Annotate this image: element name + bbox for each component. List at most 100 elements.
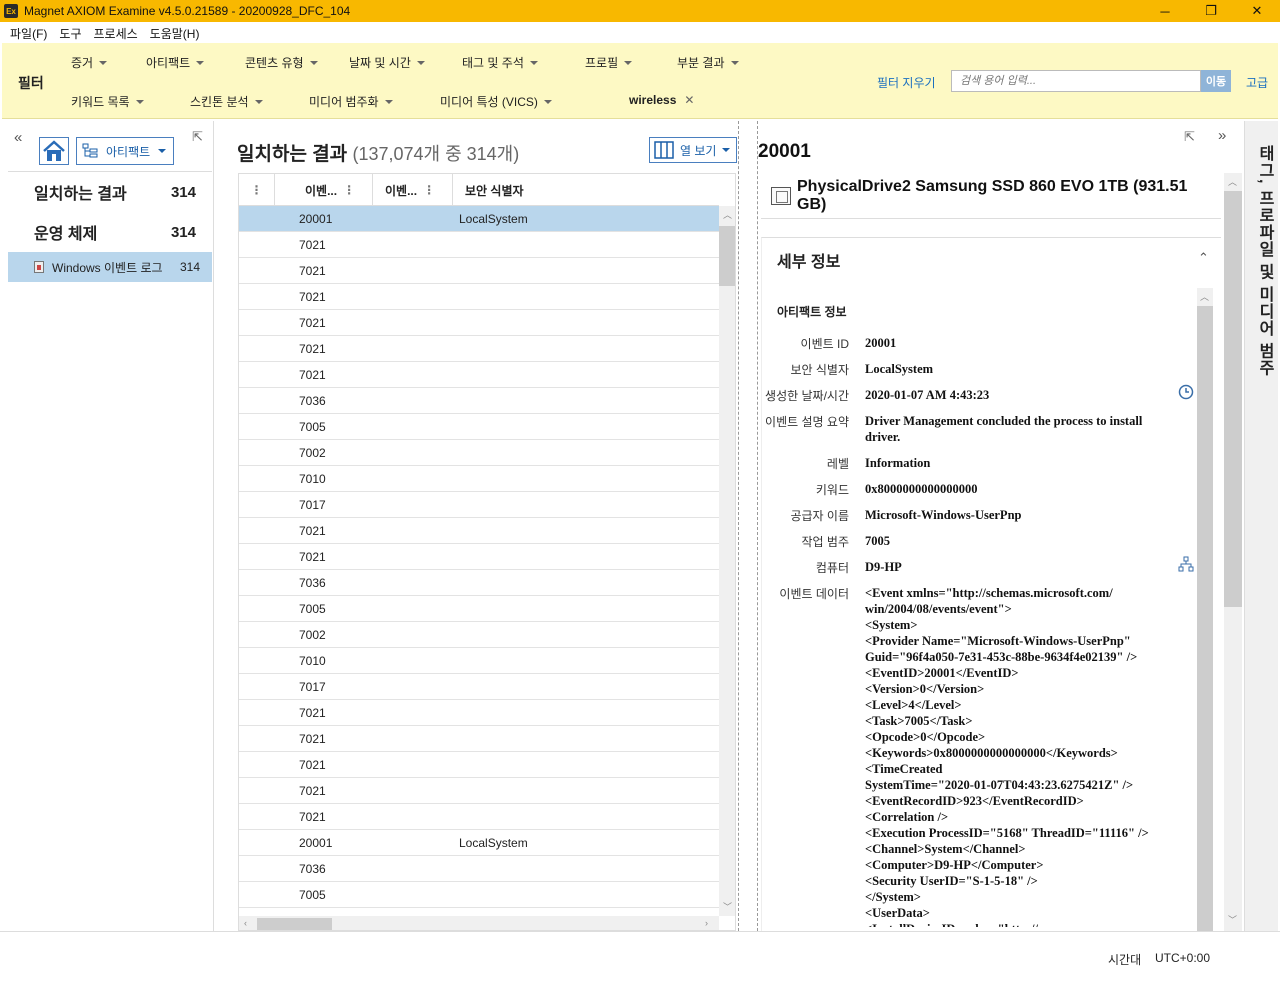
prop-value: Microsoft-Windows-UserPnp <box>865 508 1022 522</box>
table-row[interactable]: 7021 <box>239 232 719 258</box>
row-options-handle[interactable]: ⋮ <box>239 174 275 206</box>
minimize-button[interactable]: ─ <box>1142 0 1188 22</box>
table-row[interactable]: 7017 <box>239 492 719 518</box>
scroll-down-icon[interactable]: ﹀ <box>723 900 732 913</box>
table-row[interactable]: 7010 <box>239 466 719 492</box>
table-row[interactable]: 7002 <box>239 440 719 466</box>
filter-content-type[interactable]: 콘텐츠 유형 <box>245 54 318 71</box>
pin-icon[interactable]: ⇱ <box>1184 129 1195 145</box>
results-horizontal-scrollbar[interactable]: ‹ › <box>239 916 719 930</box>
table-row[interactable]: 7021 <box>239 284 719 310</box>
table-row[interactable]: 7036 <box>239 570 719 596</box>
table-row[interactable]: 7005 <box>239 882 719 908</box>
table-row[interactable]: 7021 <box>239 804 719 830</box>
clock-icon[interactable] <box>1178 384 1194 403</box>
column-menu-icon[interactable]: ⋮ <box>337 183 361 197</box>
expand-right-icon[interactable]: » <box>1218 127 1226 144</box>
clear-filters-link[interactable]: 필터 지우기 <box>877 74 936 91</box>
prop-key: 키워드 <box>815 483 849 497</box>
artifact-view-dropdown[interactable]: 아티팩트 <box>76 137 174 165</box>
advanced-search-link[interactable]: 고급 <box>1246 74 1268 91</box>
search-input[interactable] <box>951 70 1201 92</box>
search-go-button[interactable]: 이동 <box>1201 70 1231 92</box>
home-icon <box>43 140 65 161</box>
tags-profiles-media-tab[interactable]: 태그, 프로파일 및 미디어 범주 <box>1244 121 1278 931</box>
menu-process[interactable]: 프로세스 <box>88 25 144 42</box>
results-count: (137,074개 중 314개) <box>352 144 520 164</box>
menu-help[interactable]: 도움말(H) <box>144 25 206 42</box>
table-row[interactable]: 7021 <box>239 752 719 778</box>
scroll-up-icon[interactable]: ︿ <box>723 208 732 221</box>
column-header-security-id[interactable]: 보안 식별자 <box>453 174 719 206</box>
filter-date-time[interactable]: 날짜 및 시간 <box>349 54 425 71</box>
details-scrollbar[interactable]: ︿ ﹀ <box>1224 173 1242 931</box>
filter-media-attributes[interactable]: 미디어 특성 (VICS) <box>440 93 552 110</box>
table-row[interactable]: 20001 LocalSystem <box>239 206 719 232</box>
table-row[interactable]: 7002 <box>239 622 719 648</box>
table-row[interactable]: 7021 <box>239 258 719 284</box>
table-row[interactable]: 7021 <box>239 310 719 336</box>
table-row[interactable]: 7021 <box>239 362 719 388</box>
filter-keyword-lists[interactable]: 키워드 목록 <box>71 93 144 110</box>
prop-provider: 공급자 이름 Microsoft-Windows-UserPnp <box>762 507 1194 524</box>
table-row[interactable]: 7021 <box>239 700 719 726</box>
active-keyword-filter[interactable]: wireless ✕ <box>629 93 694 107</box>
scroll-up-icon[interactable]: ︿ <box>1200 290 1209 303</box>
column-view-button[interactable]: 열 보기 <box>649 137 737 163</box>
scroll-right-icon[interactable]: › <box>705 918 708 928</box>
pin-icon[interactable]: ⇱ <box>192 129 203 145</box>
remove-filter-icon[interactable]: ✕ <box>684 93 694 107</box>
filter-evidence[interactable]: 증거 <box>71 54 108 71</box>
cell-event-id: 7005 <box>299 887 326 902</box>
scroll-thumb[interactable] <box>1197 306 1213 932</box>
collapse-section-icon[interactable]: ⌃ <box>1198 250 1209 266</box>
scroll-thumb[interactable] <box>257 918 332 930</box>
table-row[interactable]: 7005 <box>239 596 719 622</box>
maximize-button[interactable]: ❐ <box>1188 0 1234 22</box>
details-inner-scrollbar[interactable]: ︿ <box>1197 288 1213 932</box>
timezone-value[interactable]: UTC+0:00 <box>1155 951 1210 965</box>
results-vertical-scrollbar[interactable]: ︿ ﹀ <box>719 206 735 916</box>
category-operating-system[interactable]: 운영 체제 314 <box>8 212 212 252</box>
table-row[interactable]: 7036 <box>239 388 719 414</box>
prop-key: 컴퓨터 <box>815 561 849 575</box>
prop-created: 생성한 날짜/시간 2020-01-07 AM 4:43:23 <box>762 387 1194 404</box>
filter-profiles[interactable]: 프로필 <box>585 54 633 71</box>
close-button[interactable]: ✕ <box>1234 0 1280 22</box>
filter-artifacts[interactable]: 아티팩트 <box>146 54 205 71</box>
prop-key: 작업 범주 <box>801 535 850 549</box>
filter-tags-comments[interactable]: 태그 및 주석 <box>462 54 538 71</box>
menu-tools[interactable]: 도구 <box>53 25 87 42</box>
table-row[interactable]: 7021 <box>239 518 719 544</box>
table-row[interactable]: 7021 <box>239 336 719 362</box>
scroll-up-icon[interactable]: ︿ <box>1228 175 1237 188</box>
table-row[interactable]: 20001 LocalSystem <box>239 830 719 856</box>
column-header-event-desc[interactable]: 이벤... ⋮ <box>373 174 453 206</box>
filter-partial-results[interactable]: 부분 결과 <box>677 54 739 71</box>
table-row[interactable]: 7017 <box>239 674 719 700</box>
panel-splitter[interactable] <box>738 121 758 931</box>
scroll-thumb[interactable] <box>1224 191 1242 607</box>
artifact-windows-event-logs[interactable]: Windows 이벤트 로그 314 <box>8 252 212 282</box>
scroll-thumb[interactable] <box>719 226 735 286</box>
chevron-down-icon <box>196 60 205 65</box>
table-row[interactable]: 7021 <box>239 778 719 804</box>
filter-skin-tone[interactable]: 스킨톤 분석 <box>190 93 263 110</box>
home-button[interactable] <box>39 137 69 165</box>
filter-media-categorization[interactable]: 미디어 범주화 <box>309 93 393 110</box>
table-row[interactable]: 7021 <box>239 726 719 752</box>
table-row[interactable]: 7005 <box>239 414 719 440</box>
category-matching-results[interactable]: 일치하는 결과 314 <box>8 172 212 212</box>
column-header-event-id[interactable]: 이벤... ⋮ <box>275 174 373 206</box>
network-icon[interactable] <box>1178 556 1194 575</box>
scroll-down-icon[interactable]: ﹀ <box>1228 913 1237 926</box>
column-menu-icon[interactable]: ⋮ <box>417 183 441 197</box>
evidence-source: PhysicalDrive2 Samsung SSD 860 EVO 1TB (… <box>761 173 1221 219</box>
table-row[interactable]: 7021 <box>239 544 719 570</box>
table-row[interactable]: 7010 <box>239 648 719 674</box>
collapse-left-icon[interactable]: « <box>14 129 22 146</box>
menu-file[interactable]: 파일(F) <box>4 25 53 42</box>
scroll-left-icon[interactable]: ‹ <box>244 918 247 928</box>
prop-value: Driver Management concluded the process … <box>865 414 1143 444</box>
table-row[interactable]: 7036 <box>239 856 719 882</box>
